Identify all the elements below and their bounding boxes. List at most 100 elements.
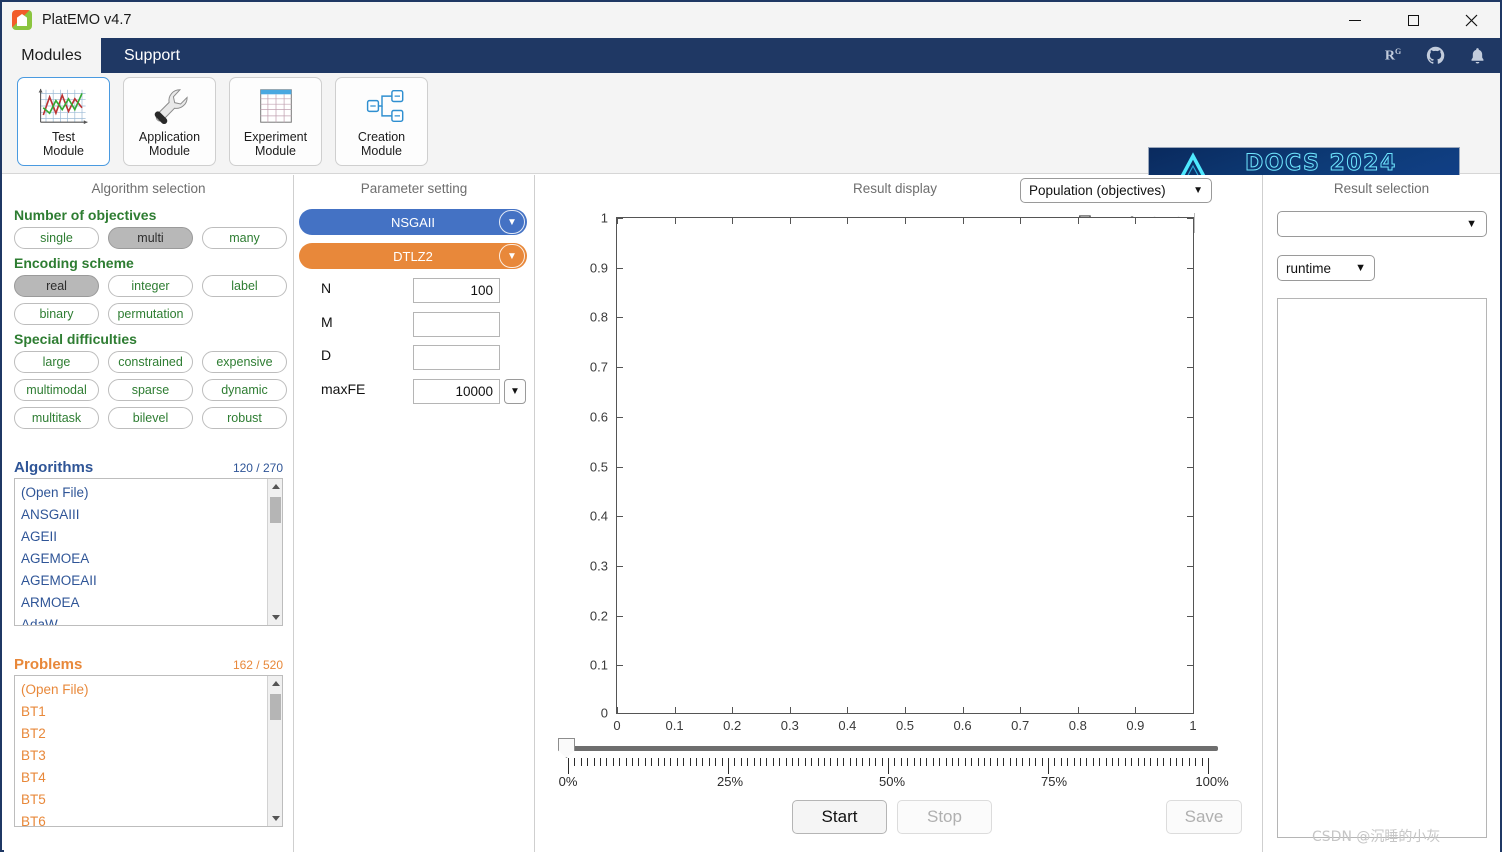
algorithms-scrollbar[interactable] bbox=[267, 479, 282, 625]
result-list[interactable] bbox=[1277, 298, 1487, 838]
list-item[interactable]: BT6 bbox=[21, 811, 282, 826]
experiment-module-button[interactable]: Experiment Module bbox=[229, 77, 322, 166]
chip-robust[interactable]: robust bbox=[202, 407, 287, 429]
param-input-N[interactable]: 100 bbox=[413, 278, 500, 303]
minimize-button[interactable] bbox=[1326, 2, 1384, 38]
chevron-down-icon[interactable]: ▼ bbox=[1193, 185, 1203, 196]
scrollbar-thumb[interactable] bbox=[270, 497, 281, 523]
result-combo[interactable]: ▼ bbox=[1277, 211, 1487, 237]
ruler-tick bbox=[593, 758, 595, 766]
save-button[interactable]: Save bbox=[1166, 800, 1242, 834]
close-button[interactable] bbox=[1442, 2, 1500, 38]
chevron-down-icon[interactable]: ▼ bbox=[499, 244, 525, 268]
ruler-tick bbox=[760, 758, 761, 766]
y-tick-label: 1 bbox=[600, 210, 608, 226]
problems-header: Problems 162 / 520 bbox=[14, 656, 283, 673]
application-module-button[interactable]: Application Module bbox=[123, 77, 216, 166]
list-item[interactable]: ARMOEA bbox=[21, 592, 282, 614]
chip-single[interactable]: single bbox=[14, 227, 99, 249]
scroll-up-icon[interactable] bbox=[268, 676, 282, 691]
param-input-M[interactable] bbox=[413, 312, 500, 337]
chip-multitask[interactable]: multitask bbox=[14, 407, 99, 429]
ruler-tick bbox=[1060, 758, 1062, 766]
list-item[interactable]: BT5 bbox=[21, 789, 282, 811]
param-input-D[interactable] bbox=[413, 345, 500, 370]
list-item[interactable]: BT1 bbox=[21, 701, 282, 723]
researchgate-icon[interactable]: RG bbox=[1382, 45, 1404, 67]
scrollbar-thumb[interactable] bbox=[270, 694, 281, 720]
param-row-D: D bbox=[294, 345, 534, 371]
ruler-tick bbox=[798, 758, 800, 766]
chip-multi[interactable]: multi bbox=[108, 227, 193, 249]
list-item[interactable]: (Open File) bbox=[21, 482, 282, 504]
app-window: PlatEMO v4.7 Modules Support RG Test Mod… bbox=[0, 0, 1502, 852]
ruler-tick bbox=[1048, 758, 1049, 774]
chevron-down-icon[interactable]: ▼ bbox=[1355, 262, 1366, 274]
module-label: Test Module bbox=[43, 130, 84, 158]
algorithm-selector-bar[interactable]: NSGAII ▼ bbox=[299, 209, 527, 235]
chip-many[interactable]: many bbox=[202, 227, 287, 249]
scroll-up-icon[interactable] bbox=[268, 479, 282, 494]
ruler-tick bbox=[1176, 758, 1177, 766]
list-item[interactable]: BT2 bbox=[21, 723, 282, 745]
result-selection-title: Result selection bbox=[1333, 181, 1430, 196]
chip-expensive[interactable]: expensive bbox=[202, 351, 287, 373]
list-item[interactable]: (Open File) bbox=[21, 679, 282, 701]
chip-binary[interactable]: binary bbox=[14, 303, 99, 325]
tab-modules[interactable]: Modules bbox=[2, 38, 101, 73]
maximize-button[interactable] bbox=[1384, 2, 1442, 38]
scroll-down-icon[interactable] bbox=[268, 811, 282, 826]
chevron-down-icon[interactable]: ▼ bbox=[499, 210, 525, 234]
list-item[interactable]: AGEII bbox=[21, 526, 282, 548]
stop-button[interactable]: Stop bbox=[897, 800, 992, 834]
slider-track[interactable] bbox=[568, 746, 1218, 751]
progress-slider[interactable] bbox=[558, 738, 1218, 758]
test-module-button[interactable]: Test Module bbox=[17, 77, 110, 166]
list-item[interactable]: AdaW bbox=[21, 614, 282, 625]
ruler-tick bbox=[945, 758, 947, 766]
algorithms-listbox[interactable]: (Open File) ANSGAIII AGEII AGEMOEA AGEMO… bbox=[14, 478, 283, 626]
chip-large[interactable]: large bbox=[14, 351, 99, 373]
ruler-tick bbox=[1124, 758, 1126, 766]
chip-integer[interactable]: integer bbox=[108, 275, 193, 297]
tab-support[interactable]: Support bbox=[101, 38, 203, 73]
list-item[interactable]: BT4 bbox=[21, 767, 282, 789]
ruler-tick bbox=[881, 758, 883, 766]
bell-icon[interactable] bbox=[1466, 45, 1488, 67]
slider-ruler bbox=[558, 758, 1218, 774]
param-input-maxFE[interactable]: 10000 bbox=[413, 379, 500, 404]
scroll-down-icon[interactable] bbox=[268, 610, 282, 625]
y-tick-label: 0.9 bbox=[589, 260, 608, 276]
list-item[interactable]: AGEMOEA bbox=[21, 548, 282, 570]
chip-permutation[interactable]: permutation bbox=[108, 303, 193, 325]
chip-multimodal[interactable]: multimodal bbox=[14, 379, 99, 401]
chip-constrained[interactable]: constrained bbox=[108, 351, 193, 373]
group-heading-difficulties: Special difficulties bbox=[14, 331, 137, 347]
chip-real[interactable]: real bbox=[14, 275, 99, 297]
metric-combo[interactable]: runtime ▼ bbox=[1277, 255, 1375, 281]
chip-label[interactable]: label bbox=[202, 275, 287, 297]
github-icon[interactable] bbox=[1424, 45, 1446, 67]
problem-selector-bar[interactable]: DTLZ2 ▼ bbox=[299, 243, 527, 269]
display-mode-select[interactable]: Population (objectives) ▼ bbox=[1020, 178, 1212, 203]
ruler-tick bbox=[849, 758, 851, 766]
creation-module-button[interactable]: Creation Module bbox=[335, 77, 428, 166]
problems-listbox[interactable]: (Open File) BT1 BT2 BT3 BT4 BT5 BT6 bbox=[14, 675, 283, 827]
chip-sparse[interactable]: sparse bbox=[108, 379, 193, 401]
chip-bilevel[interactable]: bilevel bbox=[108, 407, 193, 429]
list-item[interactable]: ANSGAIII bbox=[21, 504, 282, 526]
platemo-logo-icon bbox=[12, 10, 32, 30]
ruler-tick bbox=[824, 758, 825, 766]
problems-scrollbar[interactable] bbox=[267, 676, 282, 826]
plot-axes[interactable] bbox=[616, 217, 1194, 714]
x-tick-label: 0 bbox=[613, 718, 621, 733]
chevron-down-icon[interactable]: ▼ bbox=[504, 379, 526, 404]
y-tick-label: 0.1 bbox=[589, 657, 608, 673]
list-item[interactable]: BT3 bbox=[21, 745, 282, 767]
chevron-down-icon[interactable]: ▼ bbox=[1466, 218, 1477, 230]
start-button[interactable]: Start bbox=[792, 800, 887, 834]
chip-dynamic[interactable]: dynamic bbox=[202, 379, 287, 401]
list-item[interactable]: AGEMOEAII bbox=[21, 570, 282, 592]
ruler-tick bbox=[1182, 758, 1184, 766]
param-row-M: M bbox=[294, 312, 534, 338]
